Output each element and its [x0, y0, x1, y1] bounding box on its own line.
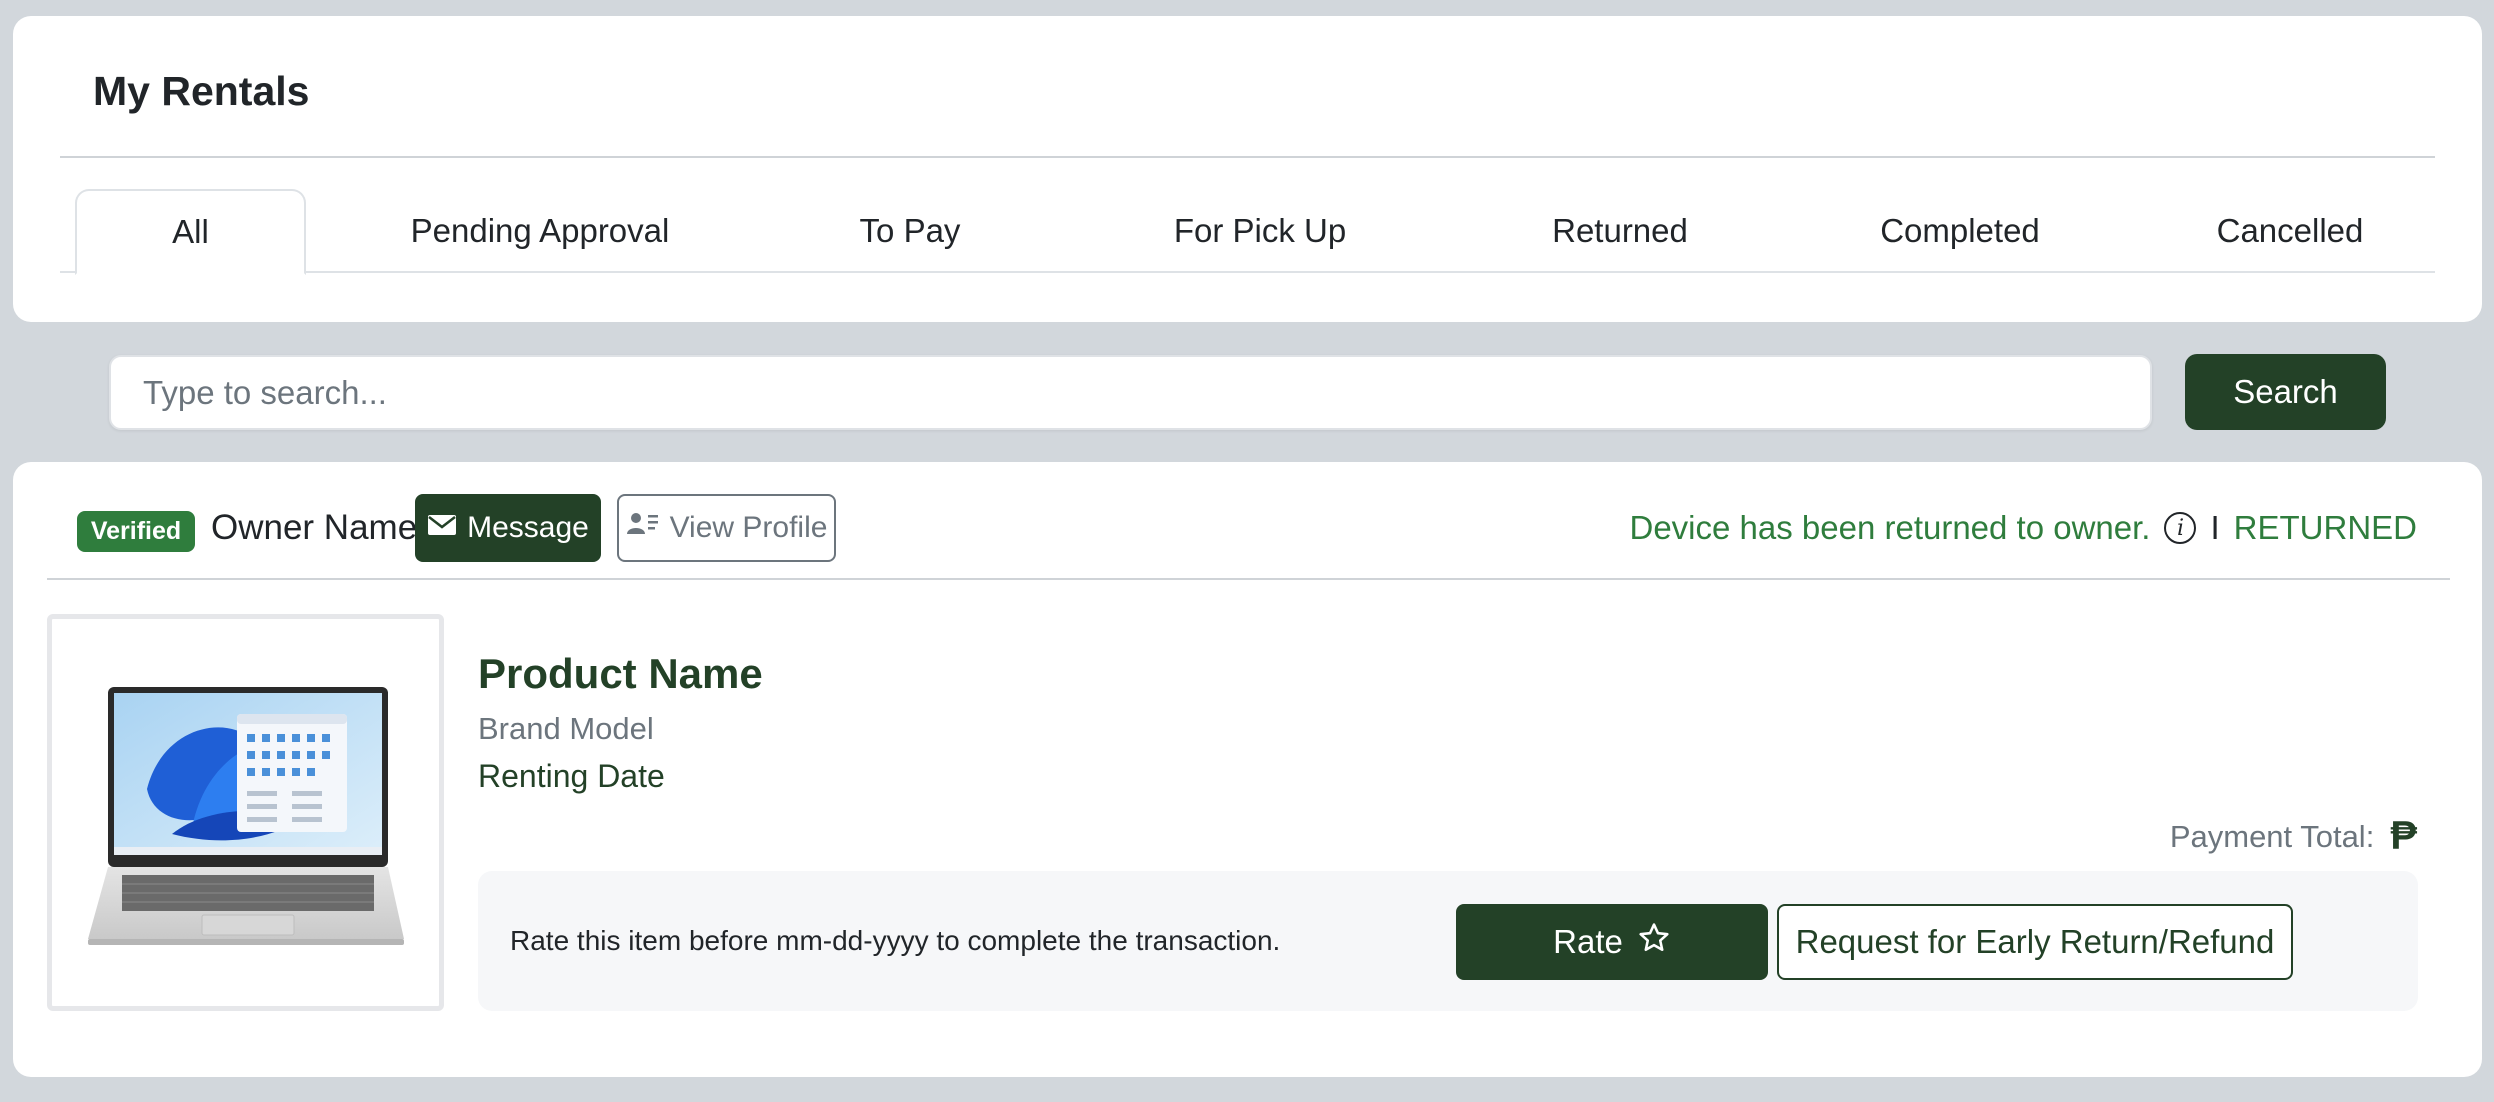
rate-button[interactable]: Rate — [1456, 904, 1768, 980]
rating-panel: Rate this item before mm-dd-yyyy to comp… — [478, 871, 2418, 1011]
view-profile-label: View Profile — [669, 511, 828, 544]
payment-total: Payment Total: ₱ — [2170, 814, 2417, 859]
tab-all[interactable]: All — [75, 189, 306, 275]
status-message: Device has been returned to owner. — [1629, 509, 2151, 546]
message-button[interactable]: Message — [415, 494, 601, 562]
rate-prompt: Rate this item before mm-dd-yyyy to comp… — [510, 925, 1281, 956]
status-separator: I — [2210, 509, 2220, 546]
product-image — [47, 614, 444, 1011]
status-label: RETURNED — [2233, 509, 2417, 546]
search-button[interactable]: Search — [2185, 354, 2386, 430]
early-return-refund-button[interactable]: Request for Early Return/Refund — [1777, 904, 2293, 980]
verified-badge: Verified — [77, 511, 195, 552]
tab-to-pay[interactable]: To Pay — [800, 189, 1020, 273]
tab-cancelled[interactable]: Cancelled — [2160, 189, 2420, 273]
status-tabs: All Pending Approval To Pay For Pick Up … — [60, 189, 2435, 275]
page-title: My Rentals — [93, 68, 310, 114]
search-input[interactable] — [109, 355, 2152, 430]
laptop-image — [88, 687, 404, 945]
divider — [47, 578, 2450, 580]
status-area: Device has been returned to owner. i I R… — [1629, 506, 2417, 550]
envelope-icon — [427, 511, 457, 545]
owner-name: Owner Name — [211, 508, 418, 547]
header-card: My Rentals All Pending Approval To Pay F… — [13, 16, 2482, 322]
payment-label: Payment Total: — [2169, 818, 2375, 854]
profile-card-icon — [626, 510, 660, 546]
tab-returned[interactable]: Returned — [1470, 189, 1770, 273]
brand-model: Brand Model — [478, 711, 654, 746]
divider — [60, 156, 2435, 158]
rate-label: Rate — [1553, 923, 1623, 960]
view-profile-button[interactable]: View Profile — [617, 494, 836, 562]
rental-card: Verified Owner Name Message View Profile… — [13, 462, 2482, 1077]
message-label: Message — [467, 511, 589, 544]
tab-completed[interactable]: Completed — [1810, 189, 2110, 273]
info-icon[interactable]: i — [2164, 512, 2197, 544]
star-icon — [1637, 921, 1671, 963]
product-name: Product Name — [478, 650, 763, 697]
renting-date: Renting Date — [478, 758, 665, 794]
tab-for-pick-up[interactable]: For Pick Up — [1110, 189, 1410, 273]
tab-pending-approval[interactable]: Pending Approval — [340, 189, 740, 273]
peso-icon: ₱ — [2390, 814, 2417, 858]
